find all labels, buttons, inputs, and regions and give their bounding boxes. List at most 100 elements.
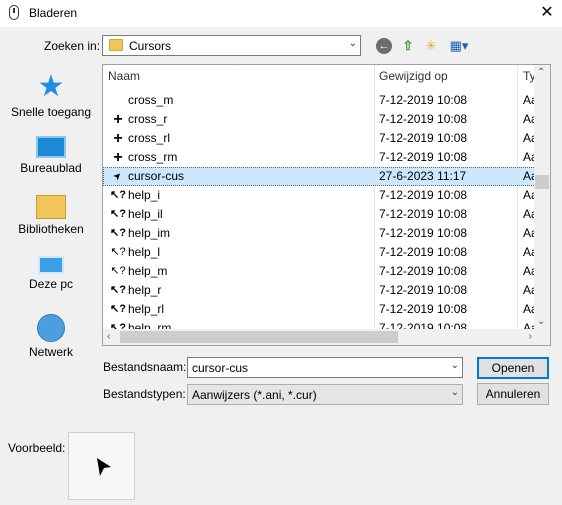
this-pc-icon <box>38 256 64 274</box>
file-date: 7-12-2019 10:08 <box>379 302 468 316</box>
star-icon: ★ <box>37 70 65 103</box>
cursor-file-icon: + <box>113 149 123 166</box>
place-desktop[interactable]: Bureaublad <box>2 132 100 175</box>
place-label: Netwerk <box>28 345 73 359</box>
file-row[interactable]: ↖? help_il 7-12-2019 10:08 Aa <box>103 205 536 224</box>
desktop-icon <box>36 136 66 158</box>
help-cursor-icon: ↖? <box>110 284 126 296</box>
folder-icon <box>109 39 123 51</box>
file-name: help_il <box>128 207 163 221</box>
scroll-right-icon[interactable]: › <box>529 331 532 342</box>
file-date: 7-12-2019 10:08 <box>379 226 468 240</box>
place-libraries[interactable]: Bibliotheken <box>2 192 100 236</box>
place-label: Deze pc <box>28 277 74 291</box>
help-cursor-icon: ↖? <box>110 189 126 201</box>
help-cursor-icon: ↖? <box>110 265 126 277</box>
file-date: 7-12-2019 10:08 <box>379 245 468 259</box>
filename-field[interactable]: cursor-cus ⌄ <box>187 357 463 378</box>
file-row-selected[interactable]: ➤ cursor-cus 27-6-2023 11:17 Aa <box>103 167 536 186</box>
chevron-down-icon[interactable]: ⌄ <box>451 387 459 398</box>
file-date: 7-12-2019 10:08 <box>379 131 468 145</box>
column-header-name[interactable]: Naam <box>108 65 140 87</box>
file-date: 7-12-2019 10:08 <box>379 93 468 107</box>
lookin-combobox[interactable]: Cursors ⌄ <box>102 35 361 56</box>
window-title: Bladeren <box>29 6 78 20</box>
filetype-value: Aanwijzers (*.ani, *.cur) <box>192 388 317 402</box>
file-list[interactable]: Naam ⌃ Gewijzigd op Ty cross_m 7-12-2019… <box>102 64 551 346</box>
vertical-scroll-thumb[interactable] <box>535 175 549 189</box>
place-label: Bibliotheken <box>18 222 84 236</box>
places-bar: ★ Snelle toegang Bureaublad Bibliotheken… <box>2 64 100 382</box>
file-row[interactable]: ↖? help_i 7-12-2019 10:08 Aa <box>103 186 536 205</box>
chevron-down-icon[interactable]: ⌄ <box>349 38 357 49</box>
file-name: cursor-cus <box>128 169 185 183</box>
file-name: help_i <box>128 188 161 202</box>
file-name: help_rl <box>128 302 165 316</box>
libraries-icon <box>36 195 66 219</box>
vertical-scrollbar[interactable]: ⌃ ⌄ <box>534 65 550 329</box>
filename-label: Bestandsnaam: <box>103 360 187 374</box>
horizontal-scroll-thumb[interactable] <box>120 331 398 343</box>
file-date: 7-12-2019 10:08 <box>379 150 468 164</box>
place-label: Snelle toegang <box>10 105 92 119</box>
view-menu-icon: ▦▾ <box>449 38 469 53</box>
cursor-preview-icon <box>97 458 111 476</box>
file-date: 7-12-2019 10:08 <box>379 112 468 126</box>
file-row[interactable]: + cross_r 7-12-2019 10:08 Aa <box>103 110 536 129</box>
cancel-button[interactable]: Annuleren <box>477 383 549 405</box>
close-button[interactable]: ✕ <box>532 0 562 27</box>
file-row[interactable]: + cross_rl 7-12-2019 10:08 Aa <box>103 129 536 148</box>
new-folder-button[interactable]: ✳ <box>422 37 440 55</box>
place-quick-access[interactable]: ★ Snelle toegang <box>2 70 100 120</box>
file-name: cross_m <box>128 93 174 107</box>
file-row[interactable]: cross_m 7-12-2019 10:08 Aa <box>103 91 536 110</box>
file-name: cross_rl <box>128 131 171 145</box>
file-row[interactable]: ↖? help_m 7-12-2019 10:08 Aa <box>103 262 536 281</box>
file-row[interactable]: + cross_rm 7-12-2019 10:08 Aa <box>103 148 536 167</box>
up-folder-button[interactable]: ⇧ <box>399 37 417 55</box>
cursor-file-icon: + <box>113 111 123 128</box>
horizontal-scrollbar[interactable]: ‹ › <box>103 329 536 345</box>
help-cursor-icon: ↖? <box>110 303 126 315</box>
preview-pane <box>68 432 135 500</box>
place-network[interactable]: Netwerk <box>2 314 100 359</box>
file-name: cross_rm <box>128 150 178 164</box>
filetype-label: Bestandstypen: <box>103 387 186 401</box>
file-rows: cross_m 7-12-2019 10:08 Aa + cross_r 7-1… <box>103 91 536 338</box>
up-arrow-icon: ⇧ <box>402 38 414 53</box>
help-cursor-icon: ↖? <box>110 246 126 258</box>
file-date: 7-12-2019 10:08 <box>379 283 468 297</box>
chevron-down-icon[interactable]: ⌄ <box>451 360 459 371</box>
file-row[interactable]: ↖? help_r 7-12-2019 10:08 Aa <box>103 281 536 300</box>
scroll-corner <box>534 329 550 345</box>
file-row[interactable]: ↖? help_l 7-12-2019 10:08 Aa <box>103 243 536 262</box>
column-header-modified[interactable]: Gewijzigd op <box>379 65 448 87</box>
back-button[interactable]: ← <box>376 38 392 54</box>
lookin-label: Zoeken in: <box>44 39 101 53</box>
scroll-up-icon[interactable]: ⌃ <box>537 67 545 78</box>
file-date: 27-6-2023 11:17 <box>379 169 467 183</box>
help-cursor-icon: ↖? <box>110 208 126 220</box>
view-menu-button[interactable]: ▦▾ <box>446 37 472 55</box>
scroll-left-icon[interactable]: ‹ <box>107 331 110 342</box>
file-row[interactable]: ↖? help_rl 7-12-2019 10:08 Aa <box>103 300 536 319</box>
file-date: 7-12-2019 10:08 <box>379 264 468 278</box>
file-name: help_im <box>128 226 171 240</box>
network-icon <box>37 314 65 342</box>
sort-ascending-icon: ⌃ <box>233 64 242 73</box>
open-button[interactable]: Openen <box>477 357 549 379</box>
file-name: help_l <box>128 245 161 259</box>
file-date: 7-12-2019 10:08 <box>379 207 468 221</box>
file-name: cross_r <box>128 112 168 126</box>
filetype-select[interactable]: Aanwijzers (*.ani, *.cur) ⌄ <box>187 384 463 405</box>
place-label: Bureaublad <box>20 161 82 175</box>
mouse-icon <box>9 5 19 20</box>
file-row[interactable]: ↖? help_im 7-12-2019 10:08 Aa <box>103 224 536 243</box>
file-name: help_m <box>128 264 168 278</box>
preview-label: Voorbeeld: <box>8 441 66 455</box>
place-this-pc[interactable]: Deze pc <box>2 252 100 291</box>
scroll-down-icon[interactable]: ⌄ <box>537 316 545 327</box>
title-bar: Bladeren ✕ <box>0 0 562 27</box>
file-name: help_r <box>128 283 162 297</box>
file-date: 7-12-2019 10:08 <box>379 188 468 202</box>
